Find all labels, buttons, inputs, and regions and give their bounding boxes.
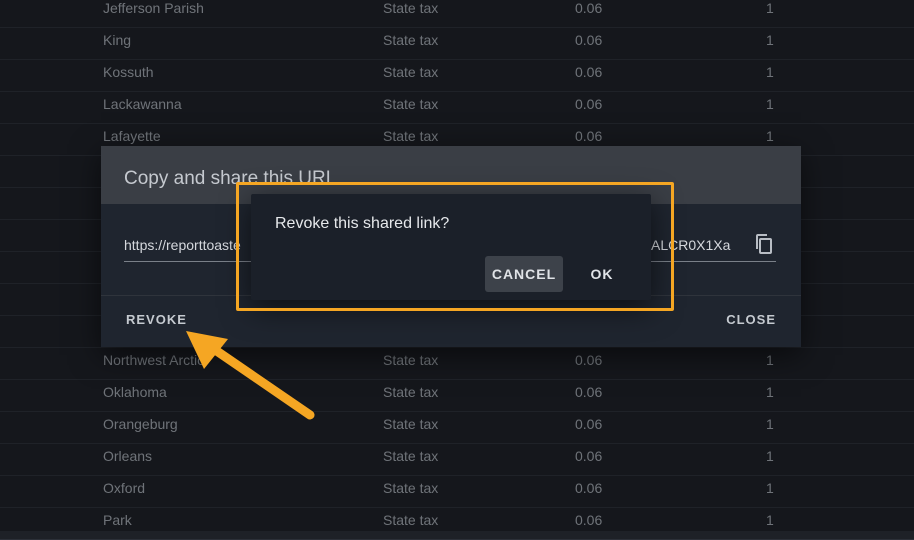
share-url-field[interactable]: https://reporttoaste <box>124 237 241 253</box>
highlight-box <box>236 182 674 311</box>
copy-icon[interactable] <box>752 232 776 256</box>
pointer-arrow-icon <box>186 331 315 420</box>
close-button[interactable]: CLOSE <box>718 306 784 333</box>
